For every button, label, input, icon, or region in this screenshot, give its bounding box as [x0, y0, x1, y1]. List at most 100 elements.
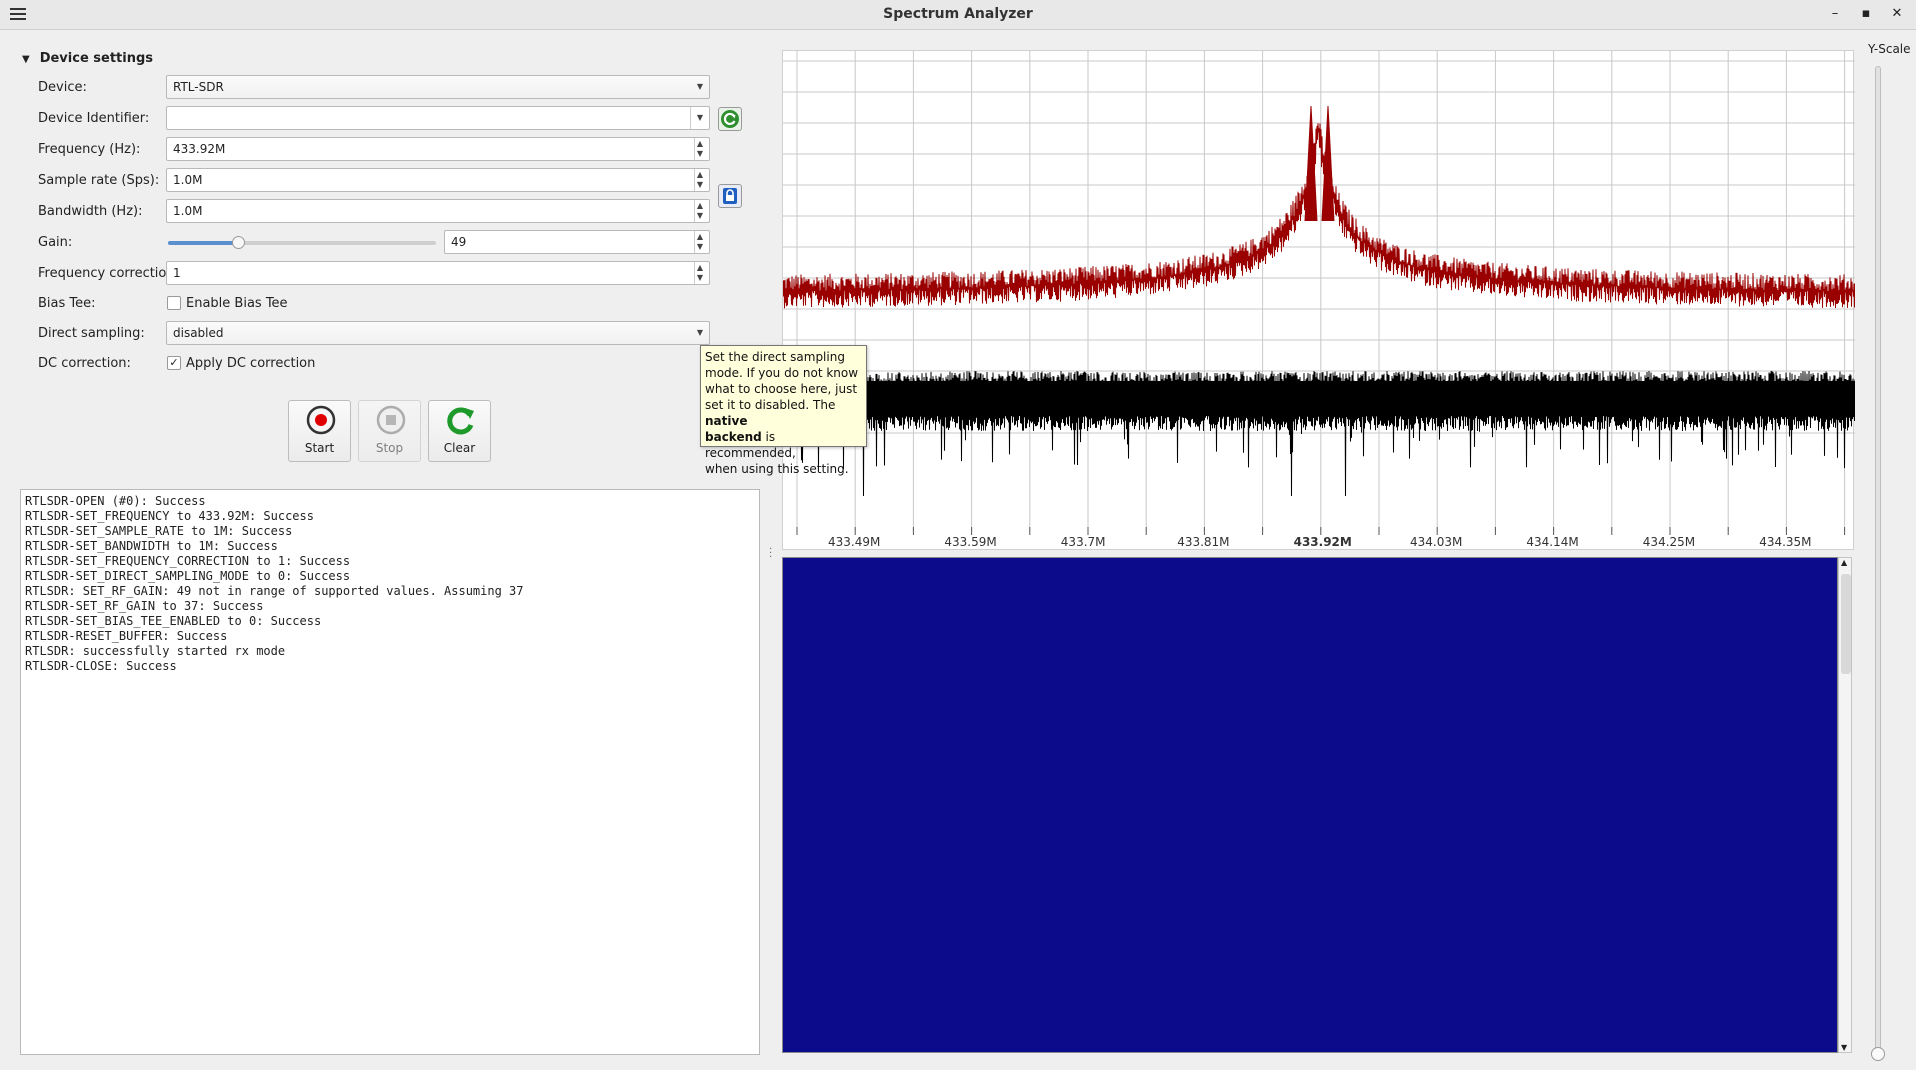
title-bar: Spectrum Analyzer – ▪ ✕: [0, 0, 1916, 30]
collapse-triangle-icon: ▼: [22, 54, 30, 65]
log-line: RTLSDR: successfully started rx mode: [25, 644, 286, 658]
bandwidth-label: Bandwidth (Hz):: [38, 204, 143, 219]
spin-down-icon[interactable]: ▼: [697, 180, 703, 189]
log-line: RTLSDR-SET_FREQUENCY to 433.92M: Success: [25, 509, 314, 523]
gain-slider-fill: [168, 241, 238, 245]
device-identifier-combo[interactable]: ▼: [166, 106, 710, 130]
frequency-label: Frequency (Hz):: [38, 142, 141, 157]
spin-down-icon[interactable]: ▼: [697, 149, 703, 158]
clear-button-label: Clear: [443, 441, 476, 455]
gain-slider-handle[interactable]: [231, 236, 245, 249]
frequency-value: 433.92M: [173, 142, 226, 156]
tooltip-line: when using this setting.: [705, 462, 849, 476]
log-line: RTLSDR-OPEN (#0): Success: [25, 494, 206, 508]
gain-slider[interactable]: [168, 236, 436, 249]
direct-sampling-select[interactable]: disabled ▼: [166, 321, 710, 345]
refresh-devices-button[interactable]: [718, 107, 742, 131]
bias-tee-checkbox-label[interactable]: Enable Bias Tee: [186, 296, 288, 311]
tooltip-line: set it to disabled. The native: [705, 397, 862, 429]
tooltip-bold-text: backend: [705, 430, 762, 444]
tooltip-text: set it to disabled. The: [705, 398, 836, 412]
scroll-down-icon[interactable]: ▼: [1841, 1043, 1847, 1052]
lock-bandwidth-button[interactable]: [718, 184, 742, 208]
tooltip-line: Set the direct sampling: [705, 350, 845, 364]
frequency-input[interactable]: 433.92M ▲ ▼: [166, 137, 710, 161]
close-icon[interactable]: ✕: [1888, 5, 1906, 23]
spin-up-icon[interactable]: ▲: [697, 201, 703, 210]
x-tick-label: 434.14M: [1526, 535, 1579, 549]
y-scale-slider-handle[interactable]: [1871, 1047, 1885, 1061]
frequency-correction-label: Frequency correction:: [38, 266, 179, 281]
refresh-icon: [721, 110, 739, 128]
tooltip-line: mode. If you do not know: [705, 366, 859, 380]
log-line: RTLSDR: SET_RF_GAIN: 49 not in range of …: [25, 584, 524, 598]
spin-down-icon[interactable]: ▼: [697, 211, 703, 220]
log-line: RTLSDR-SET_RF_GAIN to 37: Success: [25, 599, 264, 613]
log-line: RTLSDR-SET_BIAS_TEE_ENABLED to 0: Succes…: [25, 614, 322, 628]
frequency-correction-input[interactable]: 1 ▲ ▼: [166, 261, 710, 285]
chevron-down-icon: ▼: [696, 82, 703, 91]
device-select[interactable]: RTL-SDR ▼: [166, 75, 710, 99]
spin-down-icon[interactable]: ▼: [697, 242, 703, 251]
direct-sampling-tooltip: Set the direct sampling mode. If you do …: [700, 345, 867, 476]
stop-icon: [376, 405, 406, 435]
x-tick-label: 434.25M: [1642, 535, 1696, 549]
tooltip-bold-text: native: [705, 414, 748, 428]
chevron-down-icon: ▼: [696, 113, 703, 122]
spin-up-icon[interactable]: ▲: [697, 263, 703, 272]
bandwidth-input[interactable]: 1.0M ▲ ▼: [166, 199, 710, 223]
dc-correction-label: DC correction:: [38, 356, 131, 371]
frequency-correction-value: 1: [173, 266, 181, 280]
direct-sampling-label: Direct sampling:: [38, 326, 145, 341]
gain-label: Gain:: [38, 235, 73, 250]
lock-icon: [723, 188, 737, 204]
direct-sampling-value: disabled: [173, 326, 224, 340]
x-tick-label: 433.49M: [828, 535, 881, 549]
waterfall-scrollbar[interactable]: ▲ ▼: [1838, 557, 1852, 1053]
log-line: RTLSDR-SET_FREQUENCY_CORRECTION to 1: Su…: [25, 554, 351, 568]
current-trace-band: [783, 381, 1855, 411]
dc-correction-checkbox-label[interactable]: Apply DC correction: [186, 356, 315, 371]
clear-button[interactable]: Clear: [428, 400, 491, 462]
window-title: Spectrum Analyzer: [883, 6, 1033, 22]
scroll-up-icon[interactable]: ▲: [1841, 558, 1847, 567]
x-tick-label: 434.03M: [1410, 535, 1463, 549]
spin-up-icon[interactable]: ▲: [697, 232, 703, 241]
chevron-down-icon: ▼: [696, 328, 703, 337]
gain-input[interactable]: 49 ▲ ▼: [444, 230, 710, 254]
device-settings-header[interactable]: ▼ Device settings: [22, 51, 153, 66]
maximize-icon[interactable]: ▪: [1857, 5, 1875, 23]
splitter-handle[interactable]: · · ·: [769, 545, 772, 563]
sample-rate-label: Sample rate (Sps):: [38, 173, 160, 188]
tooltip-line: backend is recommended,: [705, 429, 862, 461]
stop-button[interactable]: Stop: [358, 400, 421, 462]
device-identifier-label: Device Identifier:: [38, 111, 150, 126]
x-tick-label: 433.81M: [1177, 535, 1230, 549]
sample-rate-value: 1.0M: [173, 173, 203, 187]
log-line: RTLSDR-CLOSE: Success: [25, 659, 177, 673]
tooltip-line: what to choose here, just: [705, 382, 858, 396]
log-line: RTLSDR-SET_SAMPLE_RATE to 1M: Success: [25, 524, 293, 538]
minimize-icon[interactable]: –: [1826, 5, 1844, 23]
spectrum-plot[interactable]: [782, 50, 1855, 550]
spin-up-icon[interactable]: ▲: [697, 170, 703, 179]
x-tick-label: 433.7M: [1060, 535, 1106, 549]
sample-rate-input[interactable]: 1.0M ▲ ▼: [166, 168, 710, 192]
spin-down-icon[interactable]: ▼: [697, 273, 703, 282]
waterfall-display[interactable]: [782, 557, 1838, 1053]
bias-tee-label: Bias Tee:: [38, 296, 96, 311]
spin-up-icon[interactable]: ▲: [697, 139, 703, 148]
gain-value: 49: [451, 235, 467, 249]
y-scale-label: Y-Scale: [1868, 42, 1911, 56]
stop-button-label: Stop: [375, 441, 404, 455]
log-line: RTLSDR-SET_DIRECT_SAMPLING_MODE to 0: Su…: [25, 569, 351, 583]
dc-correction-checkbox[interactable]: ✓: [167, 356, 181, 370]
x-tick-label: 434.35M: [1759, 535, 1812, 549]
scrollbar-thumb[interactable]: [1841, 574, 1851, 674]
log-output[interactable]: RTLSDR-OPEN (#0): Success RTLSDR-SET_FREQ…: [20, 489, 760, 1055]
x-tick-label: 433.59M: [944, 535, 997, 549]
y-scale-slider[interactable]: [1871, 66, 1885, 1061]
device-select-value: RTL-SDR: [173, 80, 224, 94]
start-button[interactable]: Start: [288, 400, 351, 462]
bias-tee-checkbox[interactable]: [167, 296, 181, 310]
